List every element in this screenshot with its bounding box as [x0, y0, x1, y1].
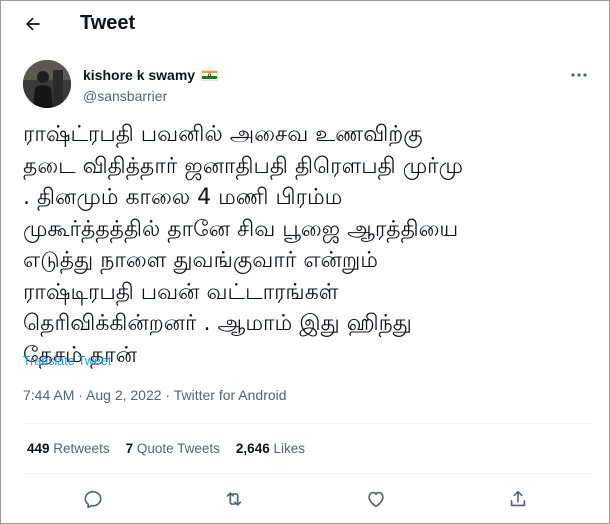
back-button[interactable] [19, 10, 47, 38]
author-name[interactable]: kishore k swamy [83, 67, 195, 83]
reply-button[interactable] [81, 487, 105, 511]
tweet-window: Tweet kishore k swamy @sansbarrier ராஷ்ட… [0, 0, 610, 524]
more-options-button[interactable] [565, 65, 593, 85]
tweet-stats: 449 Retweets 7 Quote Tweets 2,646 Likes [27, 441, 305, 456]
profile-avatar-image [23, 60, 71, 108]
like-icon [368, 491, 384, 508]
author-name-row[interactable]: kishore k swamy [83, 67, 219, 83]
divider [23, 473, 593, 474]
tweet-timestamp[interactable]: 7:44 AM · Aug 2, 2022 · Twitter for Andr… [23, 387, 287, 403]
india-flag-icon [201, 69, 219, 81]
page-title: Tweet [80, 12, 136, 34]
tweet-line: ராஷ்டிரபதி பவன் வட்டாரங்கள் [23, 279, 339, 305]
action-bar [1, 487, 609, 511]
more-icon [571, 73, 587, 77]
header: Tweet [1, 1, 609, 47]
tweet-text: ராஷ்ட்ரபதி பவனில் அசைவ உணவிற்கு தடை விதி… [23, 119, 593, 371]
retweet-button[interactable] [222, 487, 246, 511]
retweets-stat[interactable]: 449 Retweets [27, 441, 110, 456]
tweet-line: . தினமும் காலை 4 மணி பிரம்ம [23, 185, 343, 210]
tweet-line: எடுத்து நாளை துவங்குவார் என்றும் [23, 248, 378, 273]
share-button[interactable] [506, 487, 530, 511]
translate-tweet-link[interactable]: Translate Tweet [23, 354, 111, 368]
likes-stat[interactable]: 2,646 Likes [236, 441, 305, 456]
tweet-line: ராஷ்ட்ரபதி பவனில் அசைவ உணவிற்கு [23, 122, 423, 147]
like-button[interactable] [364, 487, 388, 511]
quote-tweets-stat[interactable]: 7 Quote Tweets [126, 441, 220, 456]
divider [23, 423, 593, 424]
reply-icon [84, 490, 102, 509]
tweet-line: முகூர்த்தத்தில் தானே சிவ பூஜை ஆரத்தியை [23, 216, 459, 242]
tweet-line: தடை விதித்தார் ஜனாதிபதி திரௌபதி முர்மு [23, 153, 464, 179]
author-handle[interactable]: @sansbarrier [83, 88, 167, 104]
share-icon [510, 490, 526, 507]
avatar[interactable] [23, 60, 71, 108]
arrow-left-icon [26, 17, 40, 31]
tweet-line: தெரிவிக்கின்றனர் . ஆமாம் இது ஹிந்து [23, 311, 412, 336]
retweet-icon [226, 492, 242, 506]
